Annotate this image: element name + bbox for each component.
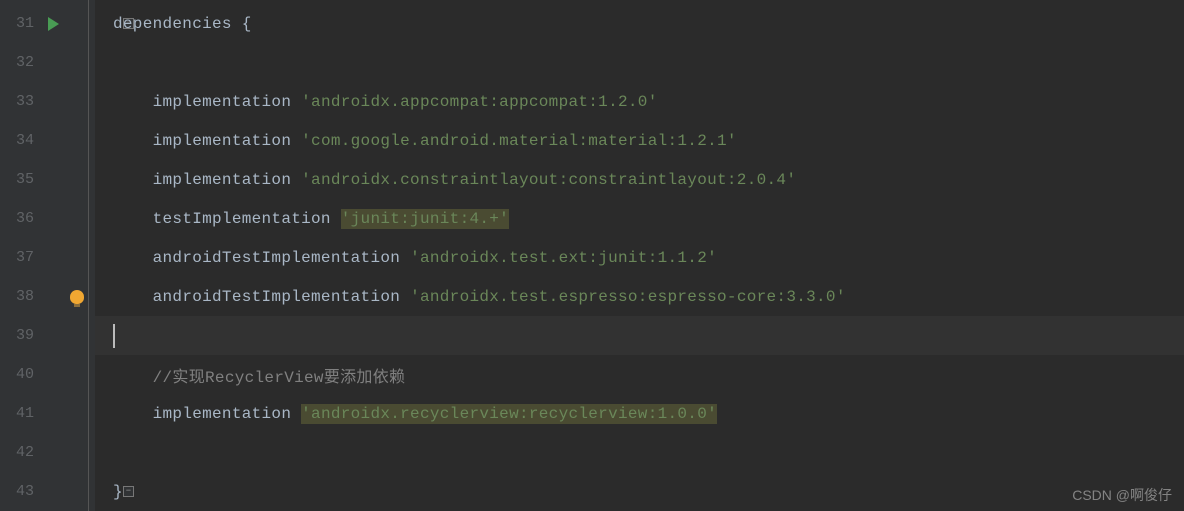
code-token: 'androidx.recyclerview:recyclerview:1.0.… [301, 404, 717, 424]
line-number: 42 [0, 444, 40, 461]
watermark: CSDN @啊俊仔 [1072, 485, 1172, 505]
gutter-icons [40, 199, 95, 238]
code-line[interactable]: dependencies { [95, 4, 1184, 43]
gutter-row[interactable]: 38 [0, 277, 95, 316]
code-token: implementation [153, 93, 302, 111]
line-number: 36 [0, 210, 40, 227]
gutter-icons [40, 121, 95, 160]
gutter-row[interactable]: 41 [0, 394, 95, 433]
code-line[interactable]: //实现RecyclerView要添加依赖 [95, 355, 1184, 394]
gutter-row[interactable]: 42 [0, 433, 95, 472]
code-line[interactable]: } [95, 472, 1184, 511]
code-token: } [113, 483, 123, 501]
code-editor[interactable]: 31−323334353637383940414243− dependencie… [0, 0, 1184, 511]
gutter-row[interactable]: 39 [0, 316, 95, 355]
code-token: androidTestImplementation [153, 288, 410, 306]
gutter-icons [40, 82, 95, 121]
code-token: testImplementation [153, 210, 341, 228]
gutter-icons [40, 433, 95, 472]
gutter-icons [40, 394, 95, 433]
run-icon[interactable] [48, 17, 59, 31]
gutter-icons [40, 160, 95, 199]
code-token: 'androidx.appcompat:appcompat:1.2.0' [301, 93, 657, 111]
code-token: 'com.google.android.material:material:1.… [301, 132, 737, 150]
indent [113, 93, 153, 111]
indent [113, 405, 153, 423]
code-token: implementation [153, 171, 302, 189]
line-number: 38 [0, 288, 40, 305]
gutter-row[interactable]: 40 [0, 355, 95, 394]
line-number: 39 [0, 327, 40, 344]
code-token: 'androidx.test.espresso:espresso-core:3.… [410, 288, 846, 306]
line-number: 43 [0, 483, 40, 500]
code-token: implementation [153, 132, 302, 150]
code-token: dependencies [113, 15, 242, 33]
code-line[interactable]: androidTestImplementation 'androidx.test… [95, 277, 1184, 316]
gutter-row[interactable]: 43− [0, 472, 95, 511]
code-line[interactable]: implementation 'androidx.appcompat:appco… [95, 82, 1184, 121]
code-area[interactable]: dependencies { implementation 'androidx.… [95, 0, 1184, 511]
gutter-row[interactable]: 33 [0, 82, 95, 121]
indent [113, 171, 153, 189]
line-number: 35 [0, 171, 40, 188]
indent [113, 366, 153, 384]
code-line[interactable]: implementation 'androidx.constraintlayou… [95, 160, 1184, 199]
line-number: 32 [0, 54, 40, 71]
gutter-icons: − [40, 472, 95, 511]
code-token: implementation [153, 405, 302, 423]
gutter-row[interactable]: 34 [0, 121, 95, 160]
gutter-icons: − [40, 4, 95, 43]
lightbulb-icon[interactable] [70, 290, 84, 304]
gutter-icons [40, 355, 95, 394]
indent [113, 288, 153, 306]
code-line[interactable]: implementation 'com.google.android.mater… [95, 121, 1184, 160]
code-token: 'androidx.test.ext:junit:1.1.2' [410, 249, 717, 267]
line-number: 31 [0, 15, 40, 32]
indent [113, 132, 153, 150]
code-token: 'junit:junit:4.+' [341, 209, 509, 229]
indent [113, 249, 153, 267]
gutter[interactable]: 31−323334353637383940414243− [0, 0, 95, 511]
gutter-row[interactable]: 36 [0, 199, 95, 238]
code-line[interactable]: implementation 'androidx.recyclerview:re… [95, 394, 1184, 433]
code-line[interactable]: testImplementation 'junit:junit:4.+' [95, 199, 1184, 238]
code-token: 'androidx.constraintlayout:constraintlay… [301, 171, 796, 189]
text-caret [113, 324, 115, 348]
code-line[interactable] [95, 433, 1184, 472]
line-number: 41 [0, 405, 40, 422]
code-token: //实现RecyclerView要添加依赖 [153, 363, 406, 387]
gutter-row[interactable]: 31− [0, 4, 95, 43]
indent [113, 210, 153, 228]
code-line[interactable] [95, 43, 1184, 82]
gutter-icons [40, 316, 95, 355]
code-line[interactable]: androidTestImplementation 'androidx.test… [95, 238, 1184, 277]
line-number: 33 [0, 93, 40, 110]
gutter-row[interactable]: 32 [0, 43, 95, 82]
code-token: androidTestImplementation [153, 249, 410, 267]
line-number: 34 [0, 132, 40, 149]
gutter-icons [40, 277, 95, 316]
gutter-row[interactable]: 35 [0, 160, 95, 199]
gutter-icons [40, 43, 95, 82]
gutter-icons [40, 238, 95, 277]
line-number: 37 [0, 249, 40, 266]
code-line[interactable] [95, 316, 1184, 355]
gutter-row[interactable]: 37 [0, 238, 95, 277]
code-token: { [242, 15, 252, 33]
line-number: 40 [0, 366, 40, 383]
